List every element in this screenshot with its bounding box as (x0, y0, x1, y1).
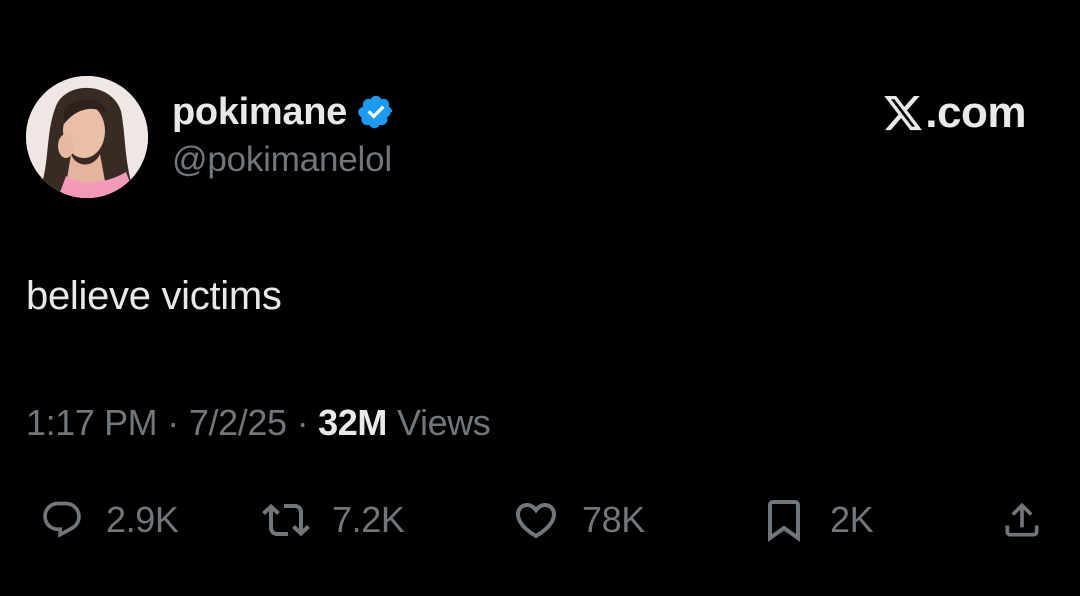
avatar-image (26, 76, 148, 198)
bookmark-button[interactable]: 2K (760, 492, 874, 548)
action-bar: 2.9K 7.2K 78K 2K (0, 492, 1080, 548)
tweet-text: believe victims (26, 274, 282, 318)
share-icon (1000, 498, 1044, 542)
retweet-button[interactable]: 7.2K (262, 492, 405, 548)
verified-badge-icon (357, 93, 395, 131)
meta-separator: · (167, 402, 179, 443)
like-count: 78K (582, 499, 645, 540)
avatar[interactable] (26, 76, 148, 198)
share-button[interactable] (1000, 492, 1044, 548)
reply-count: 2.9K (106, 499, 179, 540)
brand-text: .com (925, 88, 1026, 137)
heart-icon (512, 496, 560, 544)
retweet-icon (262, 496, 310, 544)
x-logo-icon (882, 92, 924, 134)
like-button[interactable]: 78K (512, 492, 645, 548)
tweet-time[interactable]: 1:17 PM (26, 402, 158, 444)
tweet-date[interactable]: 7/2/25 (189, 402, 287, 444)
brand-logo: .com (882, 88, 1026, 138)
handle[interactable]: @pokimanelol (172, 140, 395, 180)
views-label: Views (397, 402, 491, 443)
meta-separator: · (296, 402, 309, 443)
reply-button[interactable]: 2.9K (40, 492, 179, 548)
bookmark-count: 2K (830, 499, 874, 540)
reply-icon (40, 498, 84, 542)
display-name[interactable]: pokimane (172, 91, 347, 134)
tweet-meta: 1:17 PM · 7/2/25 · 32M Views (26, 402, 491, 444)
tweet-card: pokimane @pokimanelol .com believe victi… (0, 0, 1080, 596)
bookmark-icon (760, 496, 808, 544)
author-info: pokimane @pokimanelol (172, 86, 395, 180)
views-count[interactable]: 32M (318, 402, 387, 444)
retweet-count: 7.2K (332, 499, 405, 540)
